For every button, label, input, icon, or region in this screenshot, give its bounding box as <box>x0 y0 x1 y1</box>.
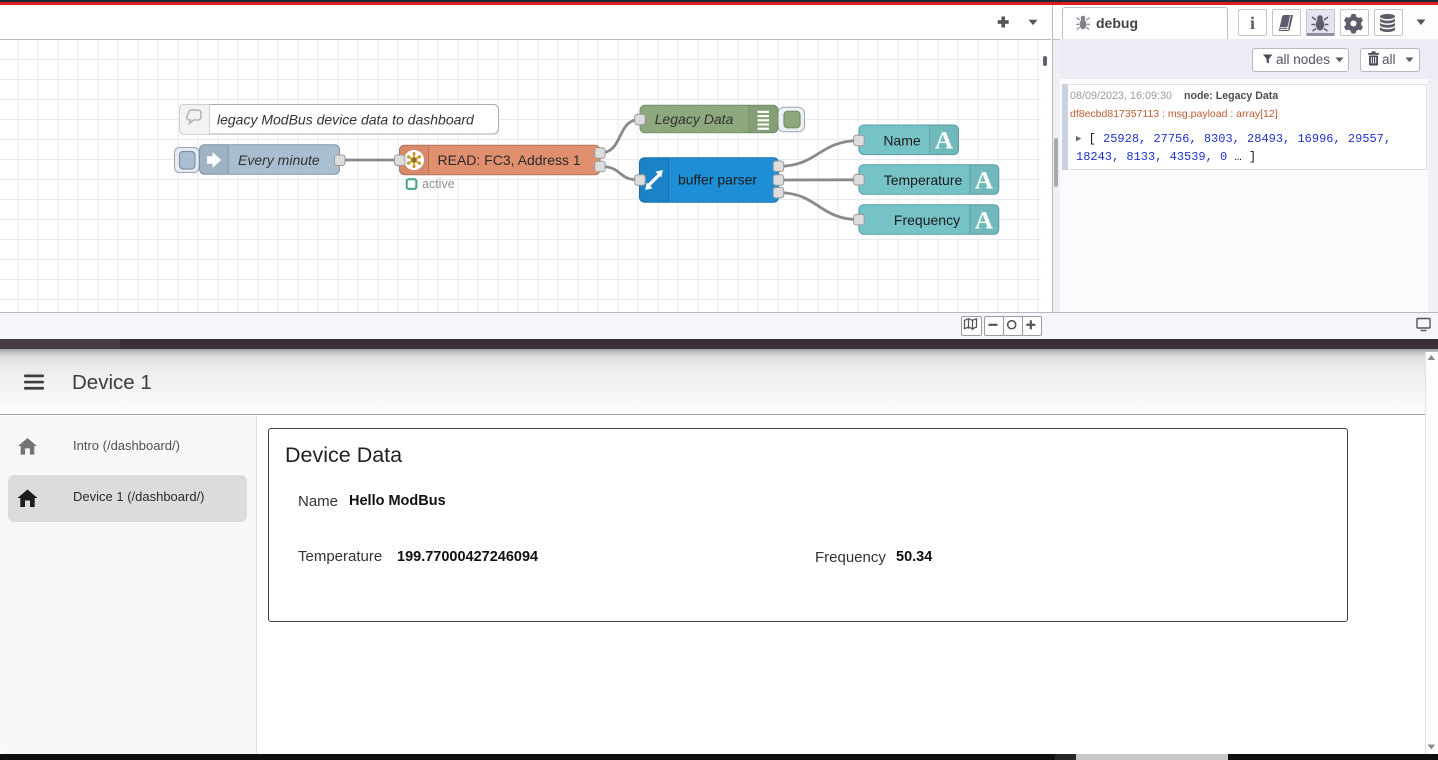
svg-text:i: i <box>1250 13 1255 33</box>
